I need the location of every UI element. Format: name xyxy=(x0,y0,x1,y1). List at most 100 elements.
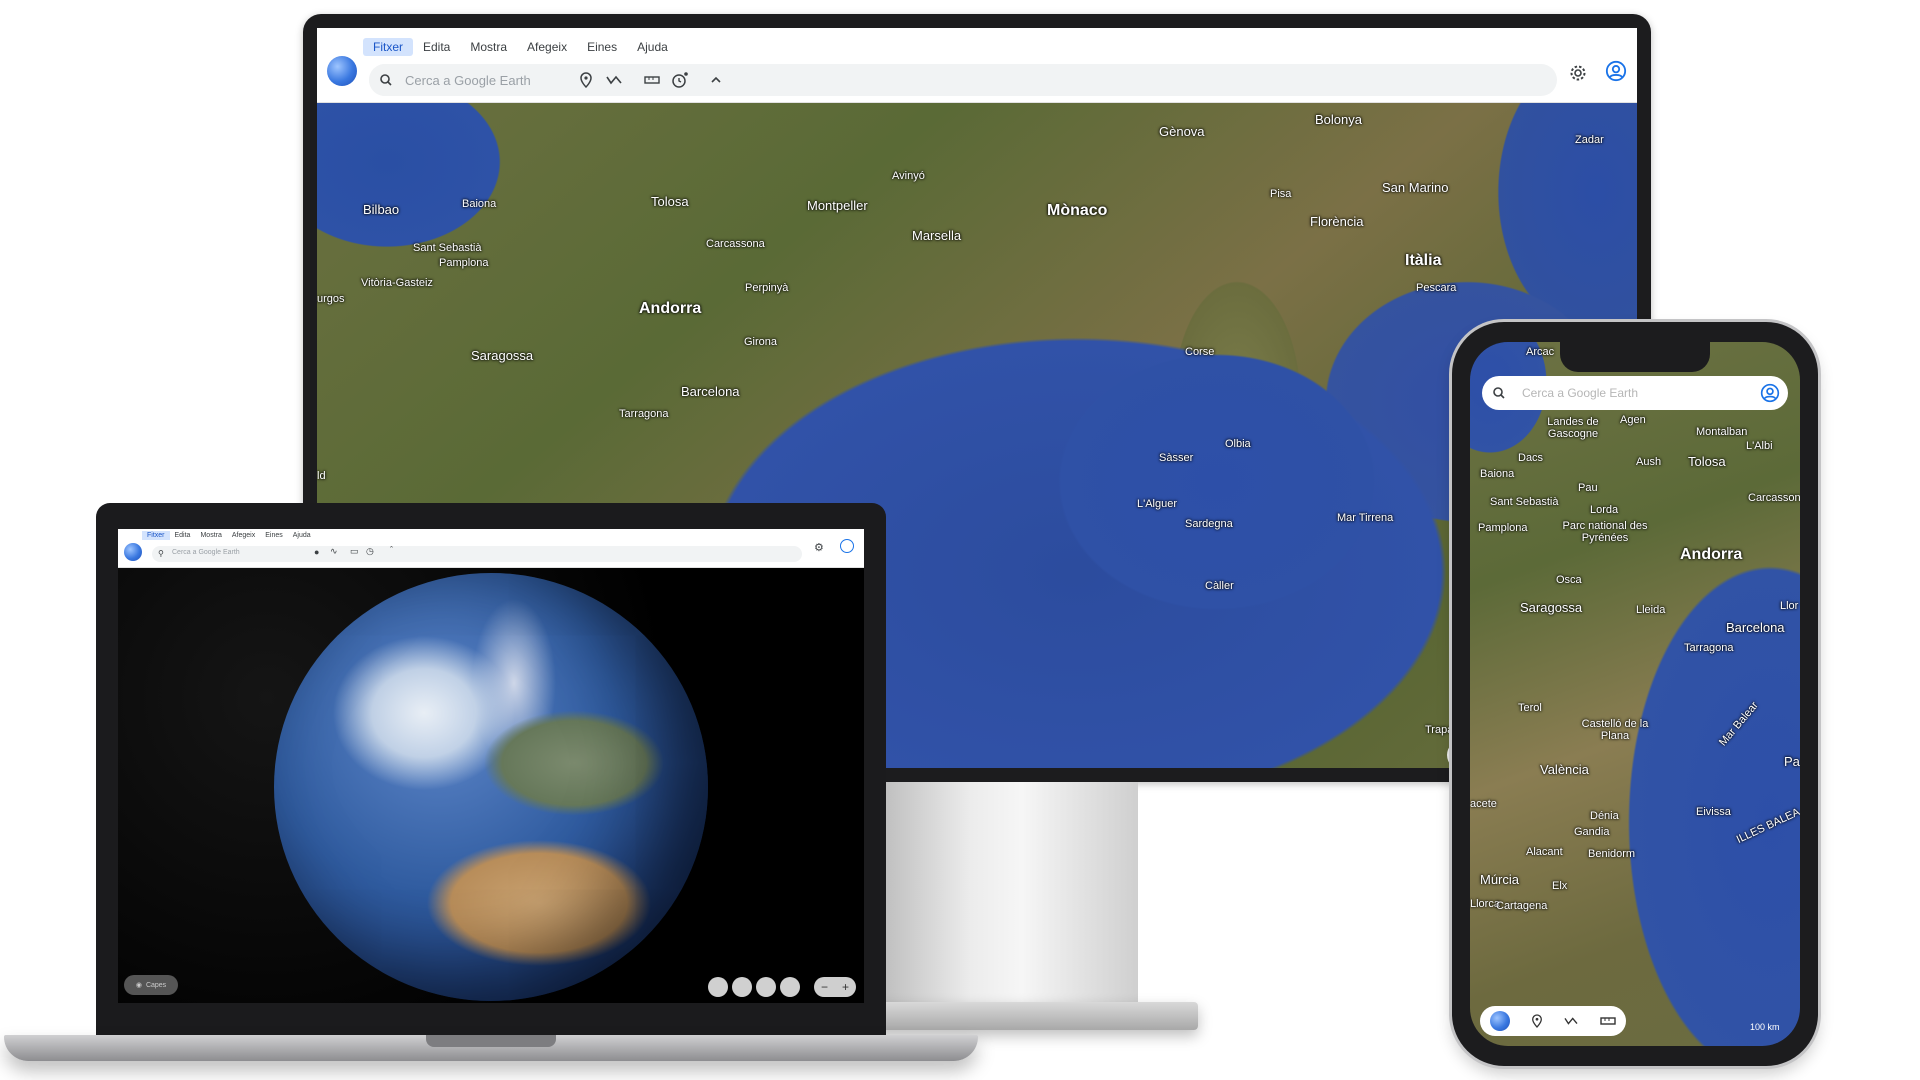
compass-icon[interactable] xyxy=(780,977,800,997)
map-label: L'Alguer xyxy=(1137,498,1178,510)
chevron-up-icon[interactable] xyxy=(705,69,727,91)
menu-help[interactable]: Ajuda xyxy=(288,531,316,540)
map-label: Parc national des Pyrénées xyxy=(1562,520,1648,544)
path-icon[interactable] xyxy=(1563,1015,1579,1027)
chevron-up-icon[interactable]: ˆ xyxy=(390,545,393,555)
google-earth-logo-icon[interactable] xyxy=(124,543,142,561)
map-label: Saragossa xyxy=(1520,600,1583,615)
menu-tools[interactable]: Eines xyxy=(577,38,627,56)
menu-tools[interactable]: Eines xyxy=(260,531,288,540)
map-label: Gènova xyxy=(1159,124,1205,139)
map-label: Bilbao xyxy=(363,202,400,217)
phone-screen[interactable]: Cerca a Google Earth Arcac Landes de Gas… xyxy=(1470,342,1800,1046)
desktop-menu-bar: Fitxer Edita Mostra Afegeix Eines Ajuda xyxy=(363,38,678,56)
path-icon[interactable]: ∿ xyxy=(330,546,338,557)
gear-icon[interactable]: ⚙ xyxy=(814,541,824,554)
menu-file[interactable]: Fitxer xyxy=(142,531,170,540)
path-icon[interactable] xyxy=(603,69,625,91)
menu-view[interactable]: Mostra xyxy=(195,531,226,540)
monitor-stand xyxy=(880,782,1138,1002)
account-icon[interactable] xyxy=(840,539,854,553)
layers-button[interactable]: ◉ Capes xyxy=(124,975,178,995)
placemark-icon[interactable]: ● xyxy=(314,547,319,557)
google-earth-logo-icon[interactable] xyxy=(327,56,357,86)
earth-globe[interactable] xyxy=(274,573,708,1001)
map-label: Dénia xyxy=(1590,810,1619,822)
map-label: Llor xyxy=(1780,600,1799,612)
map-label: Landes de Gascogne xyxy=(1547,416,1599,440)
menu-add[interactable]: Afegeix xyxy=(227,531,260,540)
map-label: San Marino xyxy=(1382,180,1449,195)
historical-imagery-icon[interactable] xyxy=(669,69,691,91)
placemark-icon[interactable] xyxy=(1531,1014,1543,1028)
menu-edit[interactable]: Edita xyxy=(413,38,460,56)
map-label: Montalban xyxy=(1696,426,1748,438)
map-label: Girona xyxy=(744,336,778,348)
map-label: ILLES BALEA xyxy=(1734,806,1800,846)
map-label: Pisa xyxy=(1270,188,1292,200)
map-label: Perpinyà xyxy=(745,282,789,294)
map-label: Pescara xyxy=(1416,282,1457,294)
map-label: Tarragona xyxy=(1684,642,1734,654)
phone-scale-bar: 100 km xyxy=(1750,1022,1780,1032)
map-label: Florència xyxy=(1310,214,1364,229)
search-icon xyxy=(380,74,392,86)
desktop-search-input[interactable]: Cerca a Google Earth xyxy=(369,64,609,96)
map-label: València xyxy=(1540,762,1589,777)
map-label: Sàsser xyxy=(1159,452,1194,464)
google-earth-logo-icon[interactable] xyxy=(1490,1011,1511,1031)
map-label: Arcac xyxy=(1526,346,1555,358)
zoom-out-icon[interactable]: − xyxy=(821,980,828,994)
phone-search-input[interactable]: Cerca a Google Earth xyxy=(1482,376,1788,410)
ruler-icon[interactable] xyxy=(1600,1016,1616,1026)
gear-icon[interactable] xyxy=(1567,62,1589,84)
map-label: Barcelona xyxy=(681,384,740,399)
map-label: Sardegna xyxy=(1185,518,1233,530)
ruler-icon[interactable] xyxy=(641,69,663,91)
map-label: Sant Sebastià xyxy=(413,242,482,254)
map-label: Dacs xyxy=(1518,452,1544,464)
laptop-search-input[interactable]: ⚲ Cerca a Google Earth xyxy=(152,546,802,562)
map-label: Elx xyxy=(1552,880,1568,892)
menu-file[interactable]: Fitxer xyxy=(363,38,413,56)
recenter-icon[interactable] xyxy=(756,977,776,997)
laptop-screen: Fitxer Edita Mostra Afegeix Eines Ajuda … xyxy=(118,529,864,1003)
map-label: Vitòria-Gasteiz xyxy=(361,277,433,289)
map-label: Lleida xyxy=(1636,604,1666,616)
search-icon: ⚲ xyxy=(158,549,164,558)
map-label: Càller xyxy=(1205,580,1234,592)
account-icon[interactable] xyxy=(1760,383,1780,403)
zoom-in-icon[interactable]: + xyxy=(842,980,849,994)
tilt-icon[interactable] xyxy=(732,977,752,997)
search-icon xyxy=(1493,387,1505,399)
zoom-control[interactable]: − + xyxy=(814,977,856,997)
map-label: ld xyxy=(317,470,326,482)
map-label: Lorda xyxy=(1590,504,1619,516)
layers-label: Capes xyxy=(145,981,167,989)
phone-toolbar xyxy=(1480,1006,1626,1036)
menu-add[interactable]: Afegeix xyxy=(517,38,577,56)
map-label: Pamplona xyxy=(439,257,489,269)
menu-help[interactable]: Ajuda xyxy=(627,38,678,56)
map-label: Castelló de la Plana xyxy=(1581,718,1649,742)
ruler-icon[interactable]: ▭ xyxy=(350,546,359,557)
historical-imagery-icon[interactable]: ◷ xyxy=(366,546,374,557)
map-label: Tarragona xyxy=(619,408,669,420)
account-icon[interactable] xyxy=(1605,60,1627,82)
menu-edit[interactable]: Edita xyxy=(170,531,196,540)
pegman-icon[interactable] xyxy=(708,977,728,997)
map-label: acete xyxy=(1470,798,1497,810)
map-label: Itàlia xyxy=(1405,252,1442,269)
desktop-app-bar: Fitxer Edita Mostra Afegeix Eines Ajuda … xyxy=(317,28,1637,103)
map-label: Mònaco xyxy=(1047,202,1108,219)
map-label: Cartagena xyxy=(1496,900,1548,912)
laptop-earth-view[interactable]: ◉ Capes − + xyxy=(118,567,864,1003)
placemark-icon[interactable] xyxy=(575,69,597,91)
map-label: Múrcia xyxy=(1480,872,1520,887)
layers-icon: ◉ xyxy=(135,982,142,989)
map-label: L'Albi xyxy=(1746,440,1773,452)
map-label: urgos xyxy=(317,293,345,305)
map-label: Pamplona xyxy=(1478,522,1528,534)
map-label: Andorra xyxy=(1680,546,1743,563)
menu-view[interactable]: Mostra xyxy=(460,38,517,56)
